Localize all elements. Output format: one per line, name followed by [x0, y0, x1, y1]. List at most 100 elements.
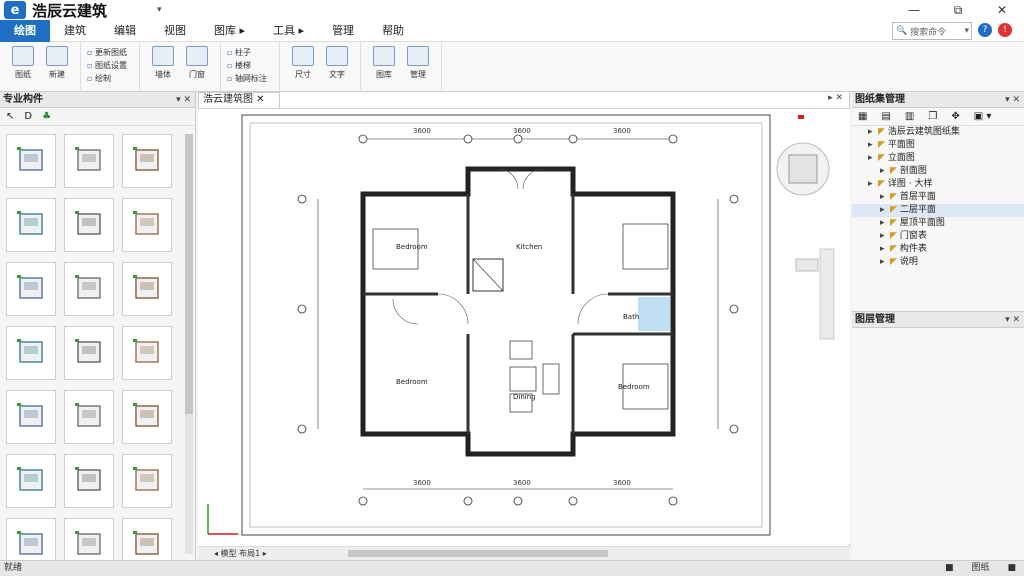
sheet-settings-button[interactable]: 图纸设置 [87, 59, 127, 72]
tree-expand-icon[interactable]: ▸ [880, 217, 890, 230]
tree-expand-icon[interactable]: ▸ [868, 139, 878, 152]
sheet-tree-item[interactable]: ▸ ◤ 立面图 [852, 152, 1024, 165]
component-tile[interactable] [64, 262, 114, 316]
tree-expand-icon[interactable]: ▸ [880, 204, 890, 217]
axis-bubble [297, 424, 307, 434]
dim-top-2: 3600 [513, 127, 531, 135]
component-scrollbar[interactable] [185, 134, 193, 554]
tree-expand-icon[interactable]: ▸ [868, 126, 878, 139]
hscroll-thumb[interactable] [348, 550, 608, 557]
tree-expand-icon[interactable]: ▸ [868, 178, 878, 191]
title-dropdown-icon[interactable]: ▾ [157, 5, 162, 15]
tree-expand-icon[interactable]: ▸ [880, 191, 890, 204]
sheet-tree-item[interactable]: ▸ ◤ 屋顶平面图 [852, 217, 1024, 230]
filter-tool-icon[interactable]: ♣ [42, 111, 51, 122]
manage-icon [406, 46, 429, 66]
component-tile[interactable] [122, 262, 172, 316]
search-input[interactable]: 🔍 搜索命令 ▾ [892, 22, 972, 40]
sheet-tree-item[interactable]: ▸ ◤ 浩辰云建筑图纸集 [852, 126, 1024, 139]
door-window-button[interactable]: 门窗 [180, 46, 214, 80]
sheet-open-icon[interactable]: ▦ [858, 111, 867, 122]
minimize-button[interactable]: — [892, 0, 936, 20]
manage-button[interactable]: 管理 [401, 46, 435, 80]
nav-bar [819, 248, 835, 340]
menu-manage[interactable]: 管理 [318, 20, 368, 42]
tree-expand-icon[interactable]: ▸ [868, 152, 878, 165]
status-indicator-2[interactable]: ■ [1007, 561, 1016, 576]
text-button[interactable]: 文字 [320, 46, 354, 80]
component-tile[interactable] [122, 390, 172, 444]
column-button[interactable]: 柱子 [227, 46, 267, 59]
sheet-move-icon[interactable]: ✥ [951, 111, 959, 122]
document-tab[interactable]: 浩云建筑图 ✕ [198, 92, 280, 108]
menu-edit[interactable]: 编辑 [100, 20, 150, 42]
canvas-hscrollbar[interactable]: ◂ 模型 布局1 ▸ [198, 546, 850, 560]
help-icon[interactable]: ? [978, 23, 992, 37]
sheet-grid-icon[interactable]: ▤ [881, 111, 890, 122]
component-tile[interactable] [64, 198, 114, 252]
stair-button[interactable]: 楼梯 [227, 59, 267, 72]
menu-architecture[interactable]: 建筑 [50, 20, 100, 42]
canvas-controls[interactable]: ▸ ✕ [828, 93, 843, 103]
component-tile[interactable] [64, 134, 114, 188]
tree-expand-icon[interactable]: ▸ [880, 230, 890, 243]
sheet-layout-icon[interactable]: ▥ [905, 111, 914, 122]
menu-draw[interactable]: 绘图 [0, 19, 50, 42]
scroll-thumb[interactable] [185, 134, 193, 414]
floor-plan-canvas[interactable]: 3600 3600 3600 3600 3600 3600 Bedroom Ki… [198, 108, 850, 544]
sheet-set-controls[interactable]: ▾ ✕ [1005, 92, 1020, 108]
component-tile[interactable] [6, 134, 56, 188]
sheet-copy-icon[interactable]: ❐ [928, 111, 937, 122]
menu-tools[interactable]: 工具 ▸ [259, 20, 318, 42]
sheet-set-panel: 图纸集管理 ▾ ✕ ▦ ▤ ▥ ❐ ✥ ▣ ▾ ▸ ◤ 浩辰云建筑图纸集 ▸ ◤ 平面图 ▸… [852, 92, 1024, 560]
maximize-button[interactable]: ⧉ [936, 0, 980, 20]
select-tool-icon[interactable]: ↖ [6, 111, 14, 122]
wall-button[interactable]: 墙体 [146, 46, 180, 80]
sheet-tree-item[interactable]: ▸ ◤ 平面图 [852, 139, 1024, 152]
component-tile[interactable] [64, 454, 114, 508]
alert-icon[interactable]: ! [998, 23, 1012, 37]
tree-expand-icon[interactable]: ▸ [880, 165, 890, 178]
sheet-tree-item[interactable]: ▸ ◤ 详图 · 大样 [852, 178, 1024, 191]
room-label: Dining [513, 393, 536, 401]
new-button[interactable]: 新建 [40, 46, 74, 80]
component-tile[interactable] [6, 390, 56, 444]
component-tile[interactable] [6, 198, 56, 252]
menu-help[interactable]: 帮助 [368, 20, 418, 42]
draw-tool-icon[interactable]: D [24, 111, 32, 122]
axis-dim-button[interactable]: 轴网标注 [227, 72, 267, 85]
status-sheet[interactable]: 图纸 [971, 561, 989, 576]
sheet-tree-item[interactable]: ▸ ◤ 构件表 [852, 243, 1024, 256]
component-tile[interactable] [122, 134, 172, 188]
component-tile[interactable] [122, 454, 172, 508]
component-tile[interactable] [6, 326, 56, 380]
update-sheet-button[interactable]: 更新图纸 [87, 46, 127, 59]
tree-expand-icon[interactable]: ▸ [880, 243, 890, 256]
dimension-button[interactable]: 尺寸 [286, 46, 320, 80]
sheet-tree-item[interactable]: ▸ ◤ 二层平面 [852, 204, 1024, 217]
sheet-tree-item[interactable]: ▸ ◤ 首层平面 [852, 191, 1024, 204]
sheet-tree-item[interactable]: ▸ ◤ 说明 [852, 256, 1024, 269]
library-button[interactable]: 图库 [367, 46, 401, 80]
sheet-tree-item[interactable]: ▸ ◤ 剖面图 [852, 165, 1024, 178]
component-tile[interactable] [6, 262, 56, 316]
component-tile[interactable] [122, 198, 172, 252]
panel-controls[interactable]: ▾ ✕ [176, 92, 191, 108]
component-tile[interactable] [122, 326, 172, 380]
status-indicator-1[interactable]: ■ [945, 561, 954, 576]
menu-view[interactable]: 视图 [150, 20, 200, 42]
close-button[interactable]: ✕ [980, 0, 1024, 20]
draw-button[interactable]: 绘制 [87, 72, 127, 85]
sheet-button[interactable]: 图纸 [6, 46, 40, 80]
sheet-tree-item[interactable]: ▸ ◤ 门窗表 [852, 230, 1024, 243]
sofa-side [542, 363, 560, 395]
tree-expand-icon[interactable]: ▸ [880, 256, 890, 269]
component-tile[interactable] [6, 454, 56, 508]
menu-library[interactable]: 图库 ▸ [200, 20, 259, 42]
sheet-options-icon[interactable]: ▣ ▾ [974, 111, 992, 122]
component-tile[interactable] [64, 390, 114, 444]
component-tile[interactable] [64, 326, 114, 380]
layer-panel-controls[interactable]: ▾ ✕ [1005, 312, 1020, 328]
layout-tabs[interactable]: ◂ 模型 布局1 ▸ [214, 549, 267, 558]
search-dropdown-icon[interactable]: ▾ [964, 26, 969, 36]
